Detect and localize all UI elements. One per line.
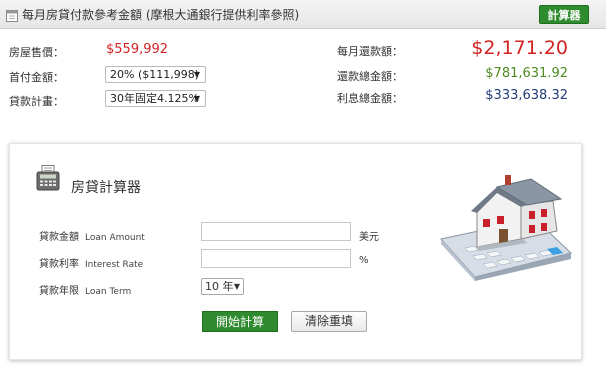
- interest-rate-unit: %: [359, 255, 369, 266]
- loan-term-value: 10 年: [205, 280, 234, 293]
- loan-amount-label-en: Loan Amount: [85, 233, 145, 243]
- clear-button[interactable]: 清除重填: [291, 311, 367, 332]
- loan-term-label-en: Loan Term: [85, 287, 132, 297]
- interest-rate-input[interactable]: [201, 249, 351, 268]
- monthly-payment-value: $2,171.20: [471, 37, 568, 59]
- interest-rate-label-en: Interest Rate: [85, 260, 144, 270]
- total-interest-label: 利息總金額：: [337, 92, 403, 105]
- start-calculation-button[interactable]: 開始計算: [202, 311, 278, 332]
- loan-term-select[interactable]: 10 年 ▼: [201, 278, 244, 295]
- loan-amount-unit: 美元: [359, 232, 379, 243]
- price-value: $559,992: [106, 42, 169, 57]
- dropdown-arrow-icon: ▼: [193, 70, 200, 79]
- calculator-button[interactable]: 計算器: [539, 5, 589, 24]
- loan-amount-input[interactable]: [201, 222, 351, 241]
- down-payment-label: 首付金額：: [9, 71, 64, 84]
- interest-rate-label-zh: 貸款利率: [39, 259, 79, 270]
- loan-plan-select[interactable]: 30年固定4.125% ▼: [105, 90, 206, 107]
- loan-plan-label: 貸款計畫：: [9, 95, 64, 108]
- header-bar: 每月房貸付款參考金額 (摩根大通銀行提供利率參照) 計算器: [0, 0, 606, 29]
- down-payment-value: 20% ($111,998): [110, 68, 200, 81]
- calculator-title: 房貸計算器: [71, 180, 141, 196]
- loan-term-label-zh: 貸款年限: [39, 286, 79, 297]
- mortgage-calculator-panel: 房貸計算器 貸款金額 Loan Amount 美元 貸款利率 Interest Ra…: [9, 143, 582, 360]
- calculator-icon: [36, 165, 60, 195]
- monthly-payment-label: 每月還款額：: [337, 45, 403, 58]
- loan-plan-value: 30年固定4.125%: [110, 92, 199, 105]
- down-payment-select[interactable]: 20% ($111,998) ▼: [105, 66, 206, 83]
- loan-amount-label-zh: 貸款金額: [39, 232, 79, 243]
- dropdown-arrow-icon: ▼: [193, 94, 200, 103]
- calendar-icon: [6, 7, 18, 26]
- house-calculator-illustration: [435, 169, 575, 285]
- dropdown-arrow-icon: ▼: [233, 282, 240, 291]
- header-title: 每月房貸付款參考金額 (摩根大通銀行提供利率參照): [22, 8, 300, 22]
- loan-amount-label: 貸款金額 Loan Amount: [39, 228, 145, 243]
- loan-term-label: 貸款年限 Loan Term: [39, 282, 131, 297]
- interest-rate-label: 貸款利率 Interest Rate: [39, 255, 143, 270]
- price-label: 房屋售價：: [9, 46, 64, 59]
- total-payment-value: $781,631.92: [485, 66, 568, 81]
- total-interest-value: $333,638.32: [485, 88, 568, 103]
- total-payment-label: 還款總金額：: [337, 70, 403, 83]
